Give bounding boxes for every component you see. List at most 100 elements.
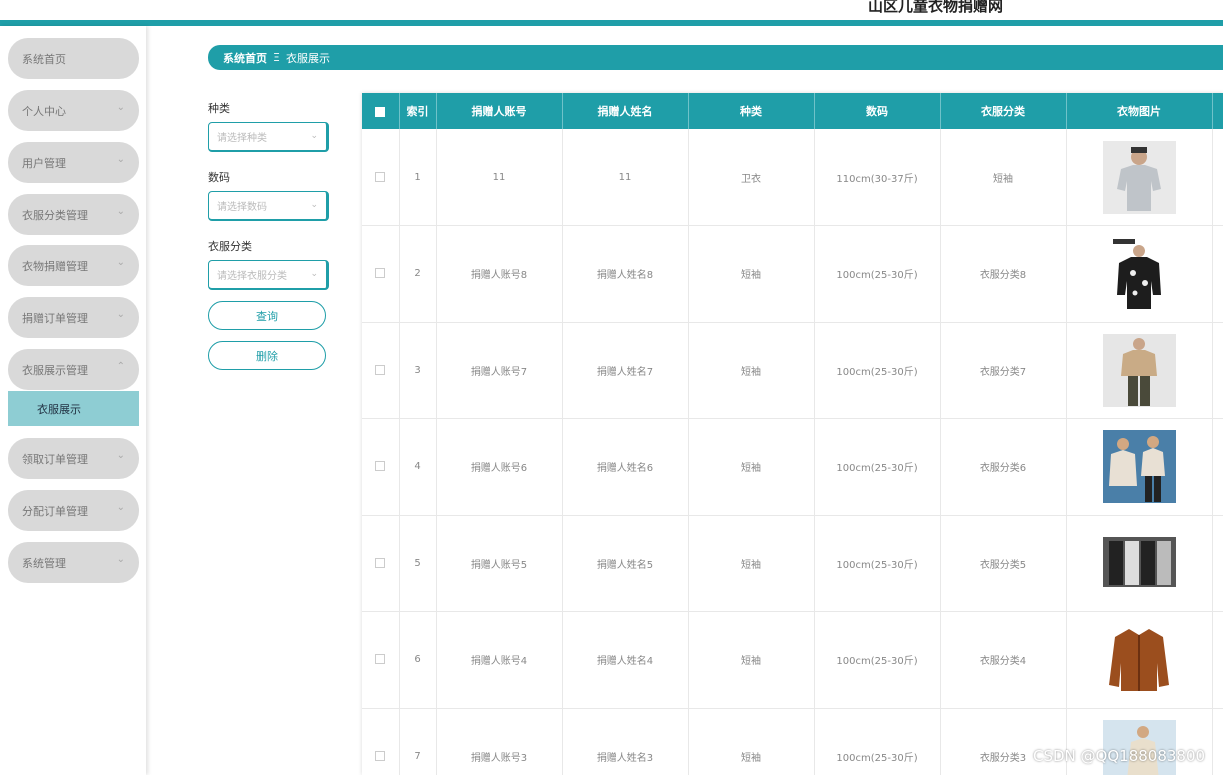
cell-size: 100cm(25-30斤) <box>814 515 941 612</box>
breadcrumb-home[interactable]: 系统首页 <box>223 50 267 66</box>
size-filter-label: 数码 <box>208 171 230 184</box>
row-checkbox[interactable] <box>362 611 400 709</box>
cell-donor-account: 捐赠人账号6 <box>436 418 563 516</box>
header-clothing-image[interactable]: 衣物图片 <box>1066 93 1213 129</box>
header-extra <box>1212 93 1223 129</box>
sidebar: 系统首页 个人中心 ⌄ 用户管理 ⌄ 衣服分类管理 ⌄ 衣物捐赠管理 ⌄ 捐赠订… <box>0 26 146 775</box>
sidebar-item-label: 衣服展示管理 <box>22 363 88 377</box>
sidebar-item-system-management[interactable]: 系统管理 ⌄ <box>8 542 139 583</box>
grey-tshirt-man-image[interactable] <box>1102 140 1176 214</box>
category-select-placeholder: 请选择种类 <box>217 133 267 144</box>
sidebar-item-clothing-category-management[interactable]: 衣服分类管理 ⌄ <box>8 194 139 235</box>
cell-image <box>1066 418 1213 516</box>
clothing-class-select[interactable]: 请选择衣服分类 ⌄ <box>208 260 329 290</box>
top-accent-line <box>0 20 1223 26</box>
cell-image <box>1066 129 1213 226</box>
sidebar-subitem-clothing-display[interactable]: 衣服展示 <box>8 391 139 426</box>
row-checkbox[interactable] <box>362 515 400 612</box>
cell-category: 衣服分类8 <box>940 225 1067 323</box>
category-filter-label: 种类 <box>208 102 230 115</box>
sidebar-item-clothing-display-management[interactable]: 衣服展示管理 ⌃ <box>8 349 139 390</box>
sidebar-item-user-management[interactable]: 用户管理 ⌄ <box>8 142 139 183</box>
chevron-down-icon: ⌄ <box>116 102 125 113</box>
cell-index: 4 <box>399 418 437 516</box>
sidebar-item-personal-center[interactable]: 个人中心 ⌄ <box>8 90 139 131</box>
cell-index: 2 <box>399 225 437 323</box>
cell-size: 100cm(25-30斤) <box>814 708 941 775</box>
table-row: 6 捐赠人账号4 捐赠人姓名4 短袖 100cm(25-30斤) 衣服分类4 <box>362 611 1223 709</box>
row-checkbox[interactable] <box>362 322 400 419</box>
table-row: 2 捐赠人账号8 捐赠人姓名8 短袖 100cm(25-30斤) 衣服分类8 <box>362 225 1223 323</box>
cell-donor-account: 捐赠人账号8 <box>436 225 563 323</box>
header-size[interactable]: 数码 <box>814 93 941 129</box>
header-kind[interactable]: 种类 <box>688 93 815 129</box>
select-all-checkbox[interactable] <box>362 93 400 129</box>
sidebar-item-label: 用户管理 <box>22 156 66 170</box>
chevron-down-icon: ⌄ <box>116 257 125 268</box>
sidebar-item-label: 系统管理 <box>22 556 66 570</box>
cell-size: 100cm(25-30斤) <box>814 418 941 516</box>
chevron-down-icon: ⌄ <box>310 131 318 141</box>
cell-index: 5 <box>399 515 437 612</box>
chevron-down-icon: ⌄ <box>310 269 318 279</box>
chevron-down-icon: ⌄ <box>116 502 125 513</box>
breadcrumb-separator-icon: Ξ <box>273 51 280 64</box>
cell-category: 衣服分类5 <box>940 515 1067 612</box>
watermark: CSDN @QQ188083800 <box>1033 747 1206 765</box>
cell-kind: 短袖 <box>688 322 815 419</box>
data-table: 索引 捐赠人账号 捐赠人姓名 种类 数码 衣服分类 衣物图片 1 11 11 卫… <box>362 93 1223 775</box>
cell-index: 1 <box>399 129 437 226</box>
cell-kind: 短袖 <box>688 418 815 516</box>
cell-donor-account: 捐赠人账号3 <box>436 708 563 775</box>
header-index[interactable]: 索引 <box>399 93 437 129</box>
app-title: 山区儿童衣物捐赠网 <box>868 0 1004 15</box>
sidebar-subitem-label: 衣服展示 <box>37 402 81 416</box>
clothing-class-filter-label: 衣服分类 <box>208 240 252 253</box>
cell-index: 3 <box>399 322 437 419</box>
black-print-jacket-image[interactable] <box>1102 237 1176 311</box>
cell-donor-account: 捐赠人账号4 <box>436 611 563 709</box>
header-donor-name[interactable]: 捐赠人姓名 <box>562 93 689 129</box>
sidebar-item-label: 个人中心 <box>22 104 66 118</box>
chevron-down-icon: ⌄ <box>116 309 125 320</box>
header-clothing-category[interactable]: 衣服分类 <box>940 93 1067 129</box>
beige-jacket-man-image[interactable] <box>1102 333 1176 407</box>
cell-donor-name: 11 <box>562 129 689 226</box>
sidebar-item-home[interactable]: 系统首页 <box>8 38 139 79</box>
breadcrumb-current: 衣服展示 <box>285 51 330 65</box>
brown-leather-jacket-image[interactable] <box>1102 623 1176 697</box>
sidebar-item-donation-management[interactable]: 衣物捐赠管理 ⌄ <box>8 245 139 286</box>
chevron-down-icon: ⌄ <box>116 206 125 217</box>
row-checkbox[interactable] <box>362 225 400 323</box>
chevron-up-icon: ⌃ <box>116 361 125 372</box>
size-select-placeholder: 请选择数码 <box>217 202 267 213</box>
table-row: 1 11 11 卫衣 110cm(30-37斤) 短袖 <box>362 129 1223 226</box>
sidebar-item-label: 领取订单管理 <box>22 452 88 466</box>
black-white-outfit-image[interactable] <box>1102 526 1176 600</box>
row-checkbox[interactable] <box>362 418 400 516</box>
row-checkbox[interactable] <box>362 708 400 775</box>
category-select[interactable]: 请选择种类 ⌄ <box>208 122 329 152</box>
cell-kind: 卫衣 <box>688 129 815 226</box>
cell-donor-account: 捐赠人账号7 <box>436 322 563 419</box>
clothing-class-select-placeholder: 请选择衣服分类 <box>217 271 287 282</box>
sidebar-item-allocation-order-management[interactable]: 分配订单管理 ⌄ <box>8 490 139 531</box>
size-select[interactable]: 请选择数码 ⌄ <box>208 191 329 221</box>
sidebar-item-label: 衣服分类管理 <box>22 208 88 222</box>
header-donor-account[interactable]: 捐赠人账号 <box>436 93 563 129</box>
chevron-down-icon: ⌄ <box>116 450 125 461</box>
query-button[interactable]: 查询 <box>208 301 326 330</box>
cell-category: 衣服分类4 <box>940 611 1067 709</box>
cell-size: 100cm(25-30斤) <box>814 225 941 323</box>
row-checkbox[interactable] <box>362 129 400 226</box>
delete-button[interactable]: 删除 <box>208 341 326 370</box>
sidebar-item-donation-order-management[interactable]: 捐赠订单管理 ⌄ <box>8 297 139 338</box>
chevron-down-icon: ⌄ <box>116 554 125 565</box>
cell-category: 短袖 <box>940 129 1067 226</box>
table-header-row: 索引 捐赠人账号 捐赠人姓名 种类 数码 衣服分类 衣物图片 <box>362 93 1223 129</box>
cell-kind: 短袖 <box>688 611 815 709</box>
sidebar-item-label: 捐赠订单管理 <box>22 311 88 325</box>
cell-size: 100cm(25-30斤) <box>814 322 941 419</box>
couple-coats-image[interactable] <box>1102 430 1176 504</box>
sidebar-item-claim-order-management[interactable]: 领取订单管理 ⌄ <box>8 438 139 479</box>
